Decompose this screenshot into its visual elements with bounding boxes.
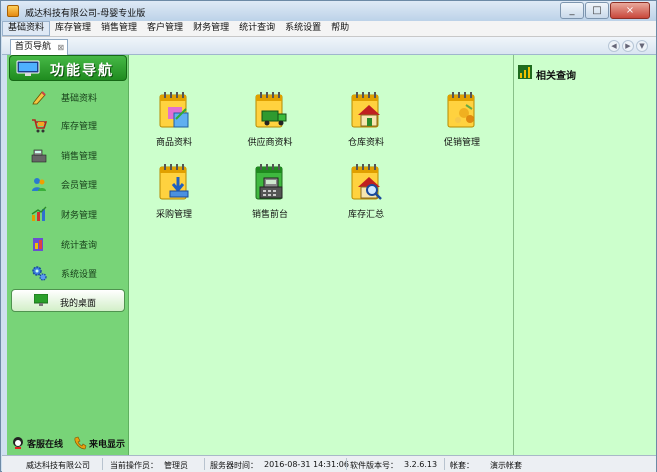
statistics-icon: [33, 238, 43, 251]
function-inventory-summary[interactable]: 库存汇总: [331, 163, 401, 233]
sidebar-item-sales[interactable]: 销售管理: [25, 145, 125, 165]
sidebar-item-label: 基础资料: [61, 94, 98, 104]
sidebar-item-settings[interactable]: 系统设置: [25, 263, 125, 283]
status-account: 演示帐套: [490, 461, 522, 470]
status-divider: [204, 458, 205, 470]
function-sales-pos[interactable]: 销售前台: [235, 163, 305, 233]
function-supplier-data[interactable]: 供应商资料: [235, 91, 305, 161]
cart-icon: [32, 119, 47, 133]
function-label: 商品资料: [155, 138, 192, 148]
chevron-right-icon[interactable]: ▶: [622, 40, 634, 52]
cash-register-icon: [31, 149, 47, 163]
function-warehouse-data[interactable]: 仓库资料: [331, 91, 401, 161]
sidebar-item-label: 统计查询: [61, 241, 98, 251]
phone-icon[interactable]: [73, 436, 87, 450]
function-promotion[interactable]: 促销管理: [427, 91, 497, 161]
customer-service-icon[interactable]: [11, 436, 25, 450]
function-product-data[interactable]: 商品资料: [139, 91, 209, 161]
status-divider: [102, 458, 103, 470]
close-button[interactable]: ×: [610, 2, 650, 19]
menu-bar: 基础资料 库存管理 销售管理 客户管理 财务管理 统计查询 系统设置 帮助: [2, 21, 656, 37]
desktop-icon: [34, 294, 48, 306]
finance-chart-icon: [31, 206, 47, 221]
menu-sales[interactable]: 销售管理: [96, 21, 142, 36]
pos-register-icon: [255, 164, 283, 200]
promotion-icon: [447, 92, 475, 128]
app-icon: [7, 5, 19, 17]
sidebar-header: 功能导航: [9, 55, 127, 81]
menu-customers[interactable]: 客户管理: [142, 21, 188, 36]
chevron-down-icon[interactable]: ▼: [636, 40, 648, 52]
customer-service-online-link[interactable]: 客服在线: [27, 437, 63, 450]
tab-strip: 首页导航 ⊠ ◀ ▶ ▼: [2, 37, 656, 55]
menu-basic-data[interactable]: 基础资料: [2, 21, 51, 36]
status-operator-label: 当前操作员：: [110, 461, 158, 470]
related-query-panel: 相关查询: [513, 55, 656, 455]
sidebar-footer: 客服在线 来电显示: [9, 435, 129, 453]
sidebar-item-label: 财务管理: [61, 211, 98, 221]
sidebar-item-label: 系统设置: [61, 270, 98, 280]
sidebar-item-label: 销售管理: [61, 152, 98, 162]
title-bar: 威达科技有限公司-母婴专业版 _ □ ×: [1, 1, 656, 21]
status-version: 3.2.6.13: [404, 460, 438, 469]
members-icon: [32, 178, 46, 191]
product-notepad-icon: [159, 92, 189, 128]
function-label: 仓库资料: [347, 138, 384, 148]
sidebar-item-label: 会员管理: [61, 181, 98, 191]
chevron-left-icon[interactable]: ◀: [608, 40, 620, 52]
warehouse-house-icon: [351, 92, 380, 128]
menu-settings[interactable]: 系统设置: [280, 21, 326, 36]
sidebar-item-label: 库存管理: [61, 122, 98, 132]
my-desktop-button[interactable]: 我的桌面: [11, 289, 125, 312]
sidebar-item-finance[interactable]: 财务管理: [25, 204, 125, 224]
gears-icon: [32, 266, 47, 281]
menu-inventory[interactable]: 库存管理: [50, 21, 96, 36]
supplier-truck-icon: [255, 92, 287, 128]
status-operator: 管理员: [164, 461, 188, 470]
minimize-button[interactable]: _: [560, 2, 584, 19]
menu-statistics[interactable]: 统计查询: [234, 21, 280, 36]
pencil-icon: [32, 91, 46, 105]
function-label: 库存汇总: [347, 210, 384, 220]
maximize-button[interactable]: □: [585, 2, 609, 19]
purchase-download-icon: [159, 164, 189, 200]
status-company: 威达科技有限公司: [26, 461, 90, 470]
related-query-title: 相关查询: [536, 71, 576, 82]
function-label: 销售前台: [251, 210, 288, 220]
tab-nav-arrows: ◀ ▶ ▼: [606, 40, 648, 52]
window-controls: _ □ ×: [559, 2, 650, 19]
tab-home-nav[interactable]: 首页导航 ⊠: [10, 39, 69, 55]
status-server-time-label: 服务器时间：: [210, 461, 258, 470]
inventory-search-icon: [351, 164, 382, 200]
tab-label: 首页导航: [15, 42, 52, 52]
sidebar-item-inventory[interactable]: 库存管理: [25, 115, 125, 135]
window-title: 威达科技有限公司-母婴专业版: [25, 9, 146, 19]
status-divider: [444, 458, 445, 470]
sidebar-title: 功能导航: [50, 63, 114, 79]
status-version-label: 软件版本号：: [350, 461, 398, 470]
function-label: 采购管理: [155, 210, 192, 220]
status-account-label: 帐套：: [450, 461, 474, 470]
my-desktop-label: 我的桌面: [60, 299, 97, 309]
sidebar-item-basic-data[interactable]: 基础资料: [25, 87, 125, 107]
function-nav-sidebar: 功能导航 基础资料 库存管理 销售管理 会员管理 财务管理 统计查询 系统设置 …: [7, 55, 129, 455]
sidebar-item-statistics[interactable]: 统计查询: [25, 234, 125, 254]
monitor-icon: [16, 60, 40, 76]
menu-finance[interactable]: 财务管理: [188, 21, 234, 36]
sidebar-item-members[interactable]: 会员管理: [25, 174, 125, 194]
function-label: 供应商资料: [247, 138, 293, 148]
status-bar: 威达科技有限公司 当前操作员： 管理员 服务器时间： 2016-08-31 14…: [2, 455, 656, 472]
status-divider: [346, 458, 347, 470]
caller-id-link[interactable]: 来电显示: [89, 437, 125, 450]
tab-close-icon[interactable]: ⊠: [57, 41, 64, 55]
menu-help[interactable]: 帮助: [326, 21, 354, 36]
function-purchase[interactable]: 采购管理: [139, 163, 209, 233]
function-label: 促销管理: [443, 138, 480, 148]
chart-icon: [518, 65, 532, 79]
function-grid: 商品资料 供应商资料 仓库资料 促销管理 采购管理 销售前台 库存汇总: [129, 55, 513, 455]
status-server-time: 2016-08-31 14:31:06: [264, 460, 349, 469]
app-window: 威达科技有限公司-母婴专业版 _ □ × 基础资料 库存管理 销售管理 客户管理…: [0, 0, 657, 472]
